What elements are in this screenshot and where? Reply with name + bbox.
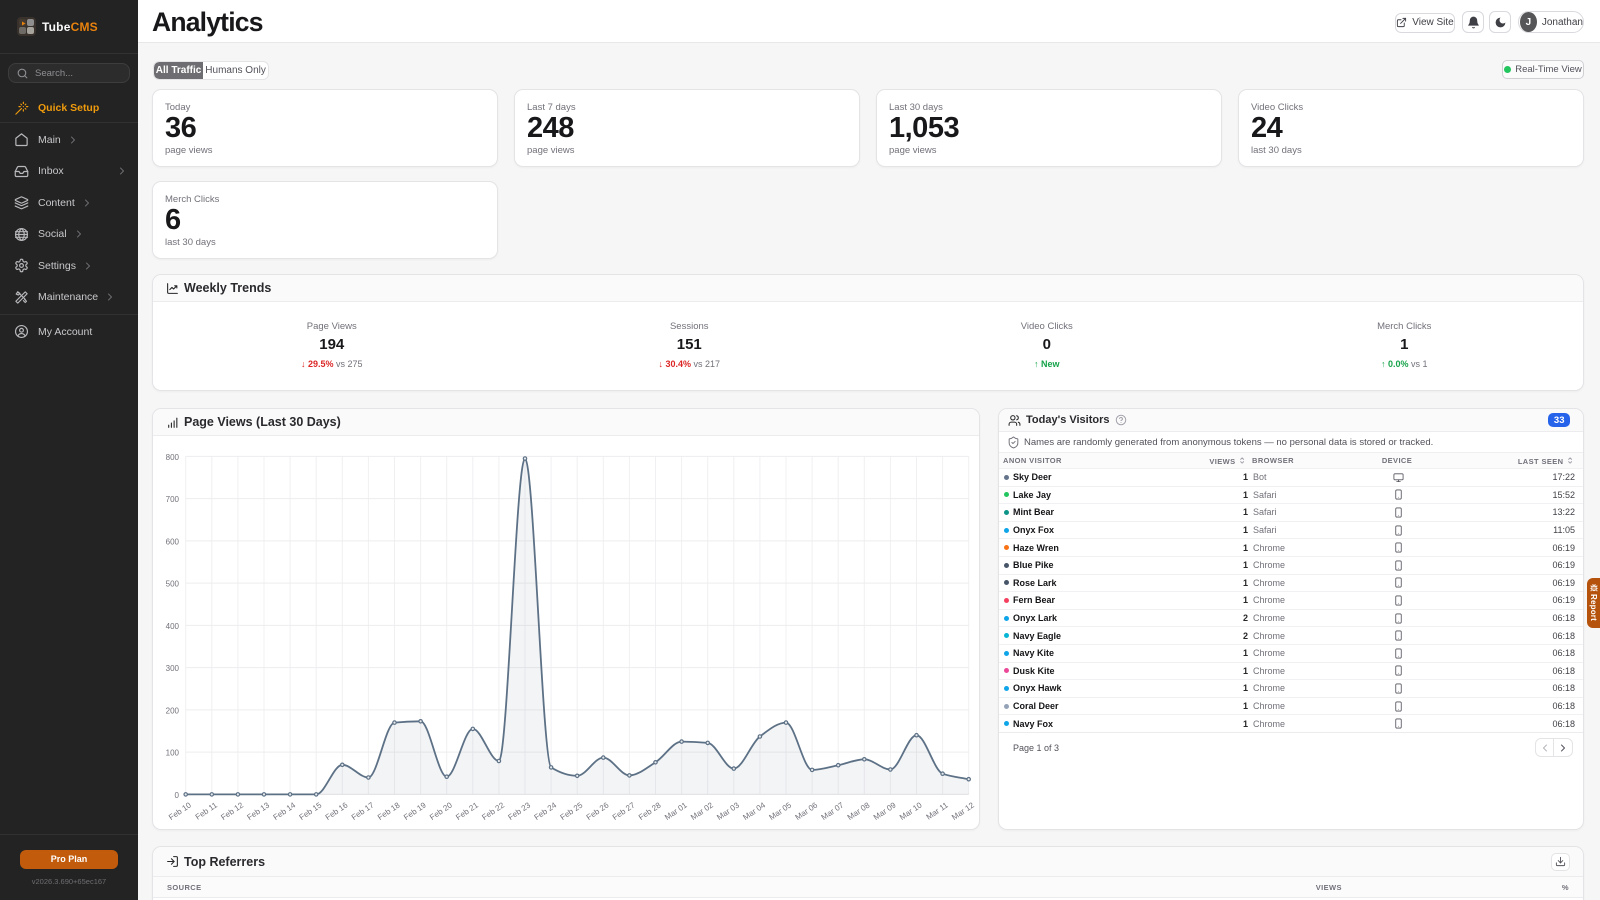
svg-text:600: 600 (166, 537, 180, 546)
svg-text:Mar 03: Mar 03 (715, 800, 741, 822)
svg-text:Feb 19: Feb 19 (402, 800, 428, 822)
svg-text:Feb 12: Feb 12 (219, 800, 245, 822)
svg-text:500: 500 (166, 580, 180, 589)
svg-text:Feb 15: Feb 15 (298, 800, 324, 822)
svg-text:800: 800 (166, 453, 180, 462)
svg-text:200: 200 (166, 706, 180, 715)
svg-text:Feb 11: Feb 11 (194, 800, 220, 821)
svg-text:Mar 09: Mar 09 (872, 800, 898, 822)
svg-text:400: 400 (166, 622, 180, 631)
svg-text:Mar 11: Mar 11 (925, 800, 951, 821)
svg-text:Feb 18: Feb 18 (376, 800, 402, 822)
svg-text:300: 300 (166, 664, 180, 673)
svg-text:Feb 24: Feb 24 (533, 800, 559, 822)
svg-text:Feb 23: Feb 23 (506, 800, 532, 822)
svg-text:Mar 08: Mar 08 (846, 800, 872, 822)
svg-text:Mar 12: Mar 12 (950, 800, 976, 822)
svg-text:Feb 16: Feb 16 (324, 800, 350, 822)
svg-text:Feb 13: Feb 13 (245, 800, 271, 822)
svg-text:Feb 22: Feb 22 (480, 800, 506, 822)
svg-text:0: 0 (175, 791, 180, 800)
svg-text:Mar 10: Mar 10 (898, 800, 924, 822)
svg-text:Feb 28: Feb 28 (637, 800, 663, 822)
svg-text:Mar 04: Mar 04 (741, 800, 767, 822)
svg-text:Mar 06: Mar 06 (794, 800, 820, 822)
svg-text:Feb 27: Feb 27 (611, 800, 637, 822)
svg-text:Feb 14: Feb 14 (272, 800, 298, 822)
svg-text:Feb 10: Feb 10 (167, 800, 193, 822)
svg-text:Mar 02: Mar 02 (689, 800, 715, 822)
svg-text:Mar 05: Mar 05 (767, 800, 793, 822)
svg-text:Feb 21: Feb 21 (454, 800, 480, 822)
svg-text:Mar 07: Mar 07 (820, 800, 846, 822)
svg-text:Mar 01: Mar 01 (663, 800, 689, 822)
svg-text:Feb 25: Feb 25 (559, 800, 585, 822)
svg-text:Feb 26: Feb 26 (585, 800, 611, 822)
svg-text:100: 100 (166, 749, 180, 758)
svg-text:Feb 17: Feb 17 (350, 800, 376, 822)
svg-text:Feb 20: Feb 20 (428, 800, 454, 822)
svg-text:700: 700 (166, 495, 180, 504)
